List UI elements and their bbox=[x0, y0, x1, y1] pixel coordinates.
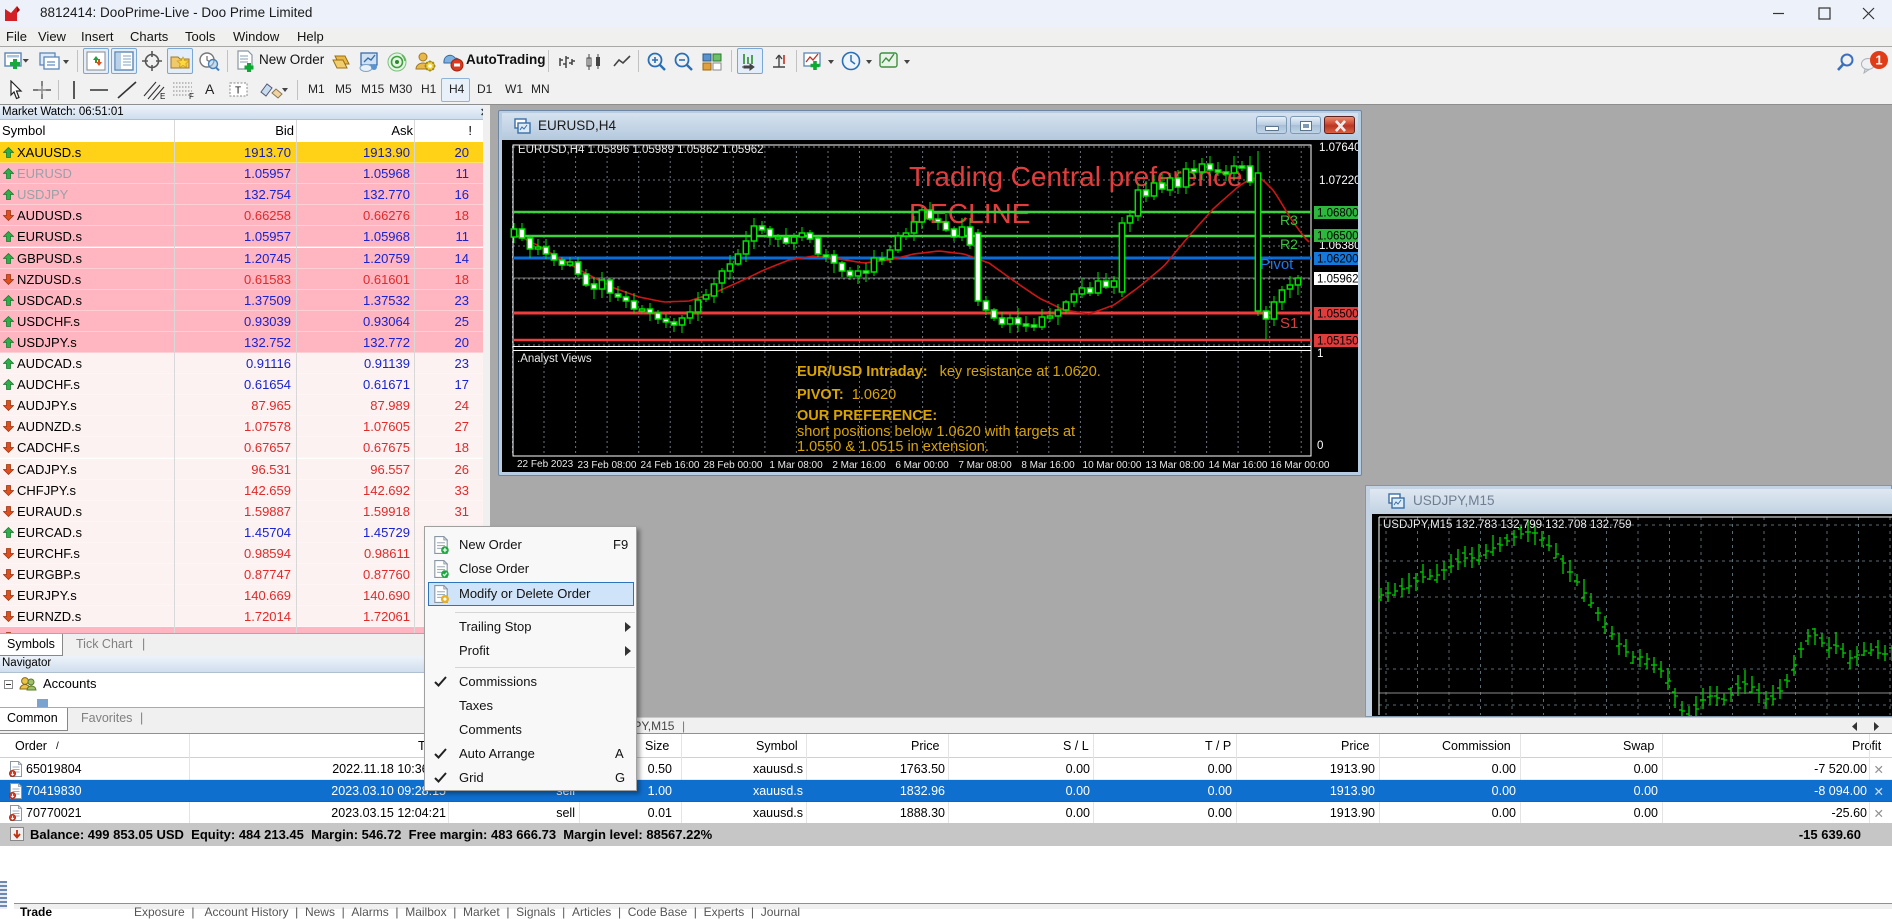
svg-text:1.05150: 1.05150 bbox=[1317, 336, 1358, 348]
svg-text:1 Mar 08:00: 1 Mar 08:00 bbox=[769, 460, 823, 471]
svg-text:22 Feb 2023: 22 Feb 2023 bbox=[517, 459, 574, 470]
svg-text:OUR PREFERENCE:: OUR PREFERENCE: bbox=[797, 408, 937, 424]
svg-text:23 Feb 08:00: 23 Feb 08:00 bbox=[578, 460, 637, 471]
svg-text:7 Mar 08:00: 7 Mar 08:00 bbox=[958, 460, 1012, 471]
svg-text:USDJPY,M15 132.783 132.799 13: USDJPY,M15 132.783 132.799 132.708 132.7… bbox=[1383, 519, 1632, 531]
svg-text:1: 1 bbox=[1875, 53, 1882, 68]
svg-text:S1: S1 bbox=[1280, 315, 1298, 332]
svg-text:EUR/USD Intraday: key resist: EUR/USD Intraday: key resistance at 1.06… bbox=[797, 364, 1101, 380]
svg-text:1.05962: 1.05962 bbox=[1317, 274, 1358, 286]
svg-text:16 Mar 00:00: 16 Mar 00:00 bbox=[1271, 460, 1330, 471]
svg-text:1.05500: 1.05500 bbox=[1317, 309, 1358, 321]
svg-text:6 Mar 00:00: 6 Mar 00:00 bbox=[895, 460, 949, 471]
svg-text:0: 0 bbox=[1317, 440, 1323, 452]
svg-text:1.06800: 1.06800 bbox=[1317, 208, 1358, 220]
svg-text:R3: R3 bbox=[1280, 212, 1298, 228]
svg-text:14 Mar 16:00: 14 Mar 16:00 bbox=[1209, 460, 1268, 471]
svg-text:.Analyst Views: .Analyst Views bbox=[517, 353, 592, 365]
svg-text:1.0550 & 1.0515 in extension.: 1.0550 & 1.0515 in extension. bbox=[797, 439, 989, 455]
svg-text:1: 1 bbox=[1317, 348, 1323, 360]
svg-text:24 Feb 16:00: 24 Feb 16:00 bbox=[641, 460, 700, 471]
svg-text:R2: R2 bbox=[1280, 236, 1298, 252]
svg-text:E: E bbox=[160, 92, 165, 100]
svg-text:1.07220: 1.07220 bbox=[1319, 175, 1358, 187]
svg-text:EURUSD,H4 1.05896 1.05989 1.0: EURUSD,H4 1.05896 1.05989 1.05862 1.0596… bbox=[518, 144, 764, 156]
svg-text:1.06500: 1.06500 bbox=[1317, 231, 1358, 243]
svg-text:short positions below 1.0620 w: short positions below 1.0620 with target… bbox=[797, 424, 1075, 440]
svg-text:2 Mar 16:00: 2 Mar 16:00 bbox=[832, 460, 886, 471]
svg-text:1.06200: 1.06200 bbox=[1317, 254, 1358, 266]
svg-text:10 Mar 00:00: 10 Mar 00:00 bbox=[1083, 460, 1142, 471]
svg-text:T: T bbox=[235, 86, 241, 97]
svg-text:F: F bbox=[189, 92, 194, 100]
svg-text:28 Feb 00:00: 28 Feb 00:00 bbox=[704, 460, 763, 471]
svg-text:13 Mar 08:00: 13 Mar 08:00 bbox=[1146, 460, 1205, 471]
svg-text:1.07640: 1.07640 bbox=[1319, 142, 1358, 154]
svg-text:8 Mar 16:00: 8 Mar 16:00 bbox=[1021, 460, 1075, 471]
svg-text:Trading Central preference: Trading Central preference bbox=[909, 161, 1243, 192]
svg-text:Pivot: Pivot bbox=[1260, 256, 1294, 273]
svg-text:PIVOT: 1.0620: PIVOT: 1.0620 bbox=[797, 387, 896, 403]
